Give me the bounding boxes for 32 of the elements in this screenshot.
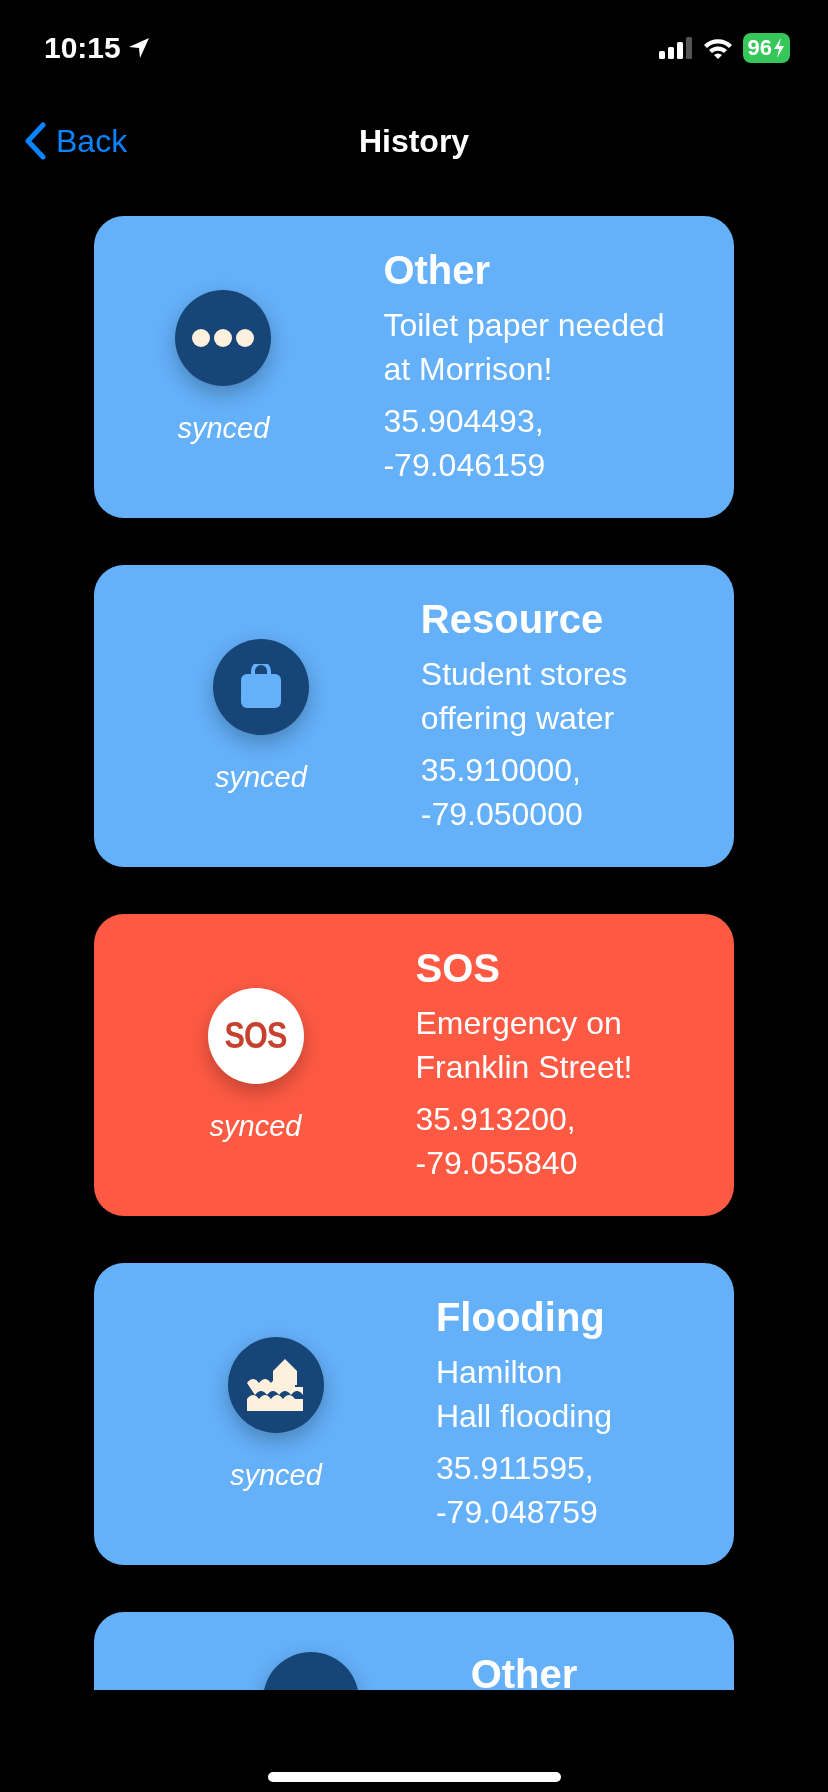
sync-status: synced (209, 1109, 302, 1143)
report-card[interactable]: synced Other Toilet paper needed at Morrison! 35.904493, -79.046159 (94, 216, 734, 518)
back-chevron-icon (24, 122, 46, 160)
report-message: Toilet paper needed at Morrison! (383, 305, 665, 389)
back-button[interactable]: Back (0, 122, 128, 160)
wifi-icon (702, 37, 733, 59)
report-title: SOS (415, 945, 501, 991)
coordinates: 35.913200, -79.055840 (415, 1099, 579, 1183)
sos-label: SOS (224, 1014, 287, 1057)
report-message: Hamilton Hall flooding (435, 1352, 613, 1436)
sync-status: synced (230, 1458, 322, 1492)
battery-indicator: 96 (742, 33, 790, 63)
report-card[interactable]: SOS synced SOS Emergency on Franklin Street! 35.913200, -79.055840 (94, 914, 734, 1216)
report-message: Student stores offering water (420, 654, 628, 738)
coordinates: 35.910000, -79.050000 (420, 750, 584, 834)
report-card[interactable]: synced Flooding Hamilton Hall flooding 35.911595, -79.048759 (94, 1263, 734, 1565)
bag-icon (238, 663, 283, 710)
report-card[interactable]: Other (94, 1612, 734, 1690)
sync-status: synced (177, 411, 270, 445)
coordinates: 35.911595, -79.048759 (435, 1448, 599, 1532)
report-title: Flooding (435, 1294, 606, 1340)
coordinates: 35.904493, -79.046159 (383, 401, 547, 485)
report-card[interactable]: synced Resource Student stores offering water 35.910000, -79.050000 (94, 565, 734, 867)
sync-status: synced (214, 760, 307, 794)
report-title: Resource (420, 596, 605, 642)
status-time: 10:15 (44, 31, 121, 65)
report-title: Other (470, 1652, 578, 1690)
screen-title: History (358, 122, 470, 160)
signal-icon (658, 37, 693, 59)
more-icon (191, 327, 256, 348)
report-title: Other (383, 247, 492, 293)
report-message: Emergency on Franklin Street! (415, 1003, 633, 1087)
